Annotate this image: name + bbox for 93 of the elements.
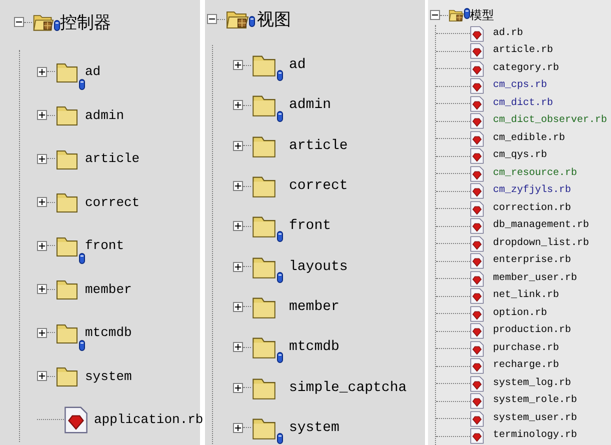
folder-name[interactable]: mtcmdb [289, 340, 340, 354]
file-name[interactable]: enterprise.rb [493, 256, 572, 266]
expand-icon[interactable] [233, 382, 243, 393]
expand-icon[interactable] [37, 66, 47, 77]
expand-icon[interactable] [233, 140, 243, 151]
ruby-file-icon [470, 253, 484, 270]
folder-name[interactable]: article [85, 152, 140, 166]
ruby-file-icon [470, 113, 484, 130]
expand-icon[interactable] [233, 100, 243, 110]
ruby-file-icon [470, 358, 484, 374]
folder-name[interactable]: layouts [289, 260, 348, 274]
ruby-file-icon [470, 96, 484, 112]
folder-name[interactable]: correct [85, 196, 140, 209]
file-name[interactable]: terminology.rb [493, 431, 578, 442]
ruby-file-icon [470, 148, 484, 164]
expand-icon[interactable] [233, 342, 243, 352]
expand-icon[interactable] [37, 284, 47, 294]
ruby-file-icon [470, 376, 484, 392]
open-folder-icon [448, 7, 464, 23]
expand-icon[interactable] [233, 221, 243, 232]
folder-name[interactable]: article [289, 138, 348, 153]
folder-name[interactable]: correct [289, 179, 348, 194]
folder-name[interactable]: system [85, 370, 132, 383]
file-name[interactable]: dropdown_list.rb [493, 238, 590, 249]
file-name[interactable]: ad.rb [493, 28, 524, 39]
ruby-file-icon [470, 306, 484, 322]
file-name[interactable]: net_link.rb [493, 291, 560, 302]
expand-icon[interactable] [233, 422, 243, 433]
ruby-file-icon [470, 183, 484, 200]
file-name[interactable]: system_role.rb [493, 396, 578, 406]
expand-icon[interactable] [233, 302, 243, 312]
file-name[interactable]: cm_cps.rb [493, 81, 548, 92]
file-name[interactable]: application.rb [94, 413, 204, 426]
ruby-file-icon [64, 406, 88, 434]
file-name[interactable]: cm_zyfjyls.rb [493, 186, 572, 196]
expand-icon[interactable] [37, 371, 47, 382]
collapse-icon[interactable] [207, 14, 217, 24]
expand-icon[interactable] [37, 110, 47, 120]
file-name[interactable]: db_management.rb [493, 221, 590, 232]
file-name[interactable]: member_user.rb [493, 274, 578, 284]
expand-icon[interactable] [233, 181, 243, 192]
folder-name[interactable]: mtcmdb [85, 326, 132, 340]
tree-item[interactable]: 模型 [470, 9, 494, 21]
ruby-file-icon [470, 166, 484, 182]
ruby-file-icon [470, 323, 484, 340]
ruby-file-icon [470, 26, 484, 42]
folder-name[interactable]: ad [289, 58, 306, 72]
folder-name[interactable]: system [289, 420, 340, 435]
file-name[interactable]: system_log.rb [493, 378, 572, 389]
ruby-file-icon [470, 340, 484, 357]
file-name[interactable]: recharge.rb [493, 361, 560, 372]
collapse-icon[interactable] [430, 10, 440, 20]
file-name[interactable]: article.rb [493, 46, 554, 56]
file-name[interactable]: cm_dict_observer.rb [493, 116, 608, 126]
file-name[interactable]: category.rb [493, 64, 560, 74]
file-name[interactable]: option.rb [493, 308, 548, 319]
ruby-file-icon [470, 60, 484, 77]
file-name[interactable]: cm_edible.rb [493, 134, 566, 144]
ruby-file-icon [470, 393, 484, 410]
folder-name[interactable]: front [85, 239, 124, 252]
folder-name[interactable]: member [289, 300, 340, 314]
ruby-file-icon [470, 288, 484, 304]
ruby-file-icon [470, 270, 484, 287]
ruby-file-icon [470, 43, 484, 60]
expand-icon[interactable] [37, 240, 47, 251]
expand-icon[interactable] [233, 60, 243, 70]
folder-name[interactable]: front [289, 219, 332, 234]
ruby-file-icon [470, 428, 484, 444]
ruby-file-icon [470, 200, 484, 217]
file-name[interactable]: system_user.rb [493, 414, 578, 424]
folder-name[interactable]: admin [85, 108, 124, 122]
tree-item[interactable]: 视图 [257, 10, 291, 28]
folder-name[interactable]: admin [289, 98, 332, 112]
tree-item[interactable]: 控制器 [60, 14, 111, 30]
folder-name[interactable]: ad [85, 65, 101, 78]
file-name[interactable]: purchase.rb [493, 344, 560, 354]
expand-icon[interactable] [37, 197, 47, 208]
ruby-file-icon [470, 218, 484, 234]
expand-icon[interactable] [37, 154, 47, 164]
ruby-file-icon [470, 78, 484, 94]
file-name[interactable]: correction.rb [493, 204, 572, 214]
ruby-file-icon [470, 130, 484, 147]
collapse-icon[interactable] [14, 17, 24, 27]
file-name[interactable]: cm_dict.rb [493, 98, 554, 109]
file-name[interactable]: production.rb [493, 326, 572, 336]
folder-name[interactable]: simple_captcha [289, 380, 407, 395]
expand-icon[interactable] [233, 262, 243, 272]
folder-name[interactable]: member [85, 282, 132, 296]
expand-icon[interactable] [37, 328, 47, 338]
file-name[interactable]: cm_resource.rb [493, 168, 578, 179]
file-name[interactable]: cm_qys.rb [493, 151, 548, 162]
ruby-file-icon [470, 410, 484, 427]
ruby-file-icon [470, 236, 484, 252]
